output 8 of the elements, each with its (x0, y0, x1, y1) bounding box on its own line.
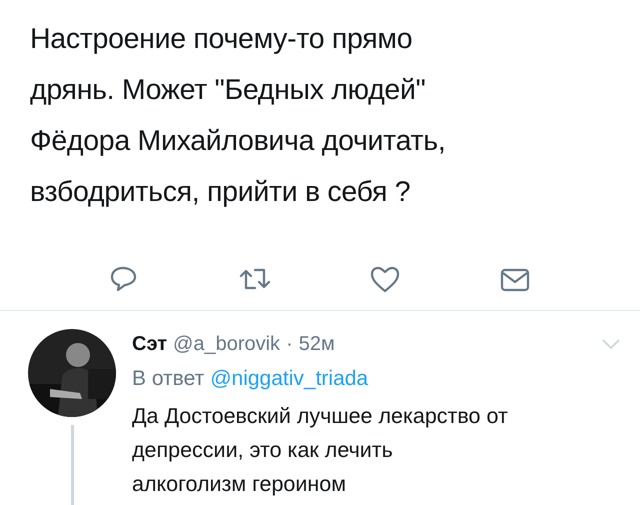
reply-text: Да Достоевский лучшее лекарство от депрессии, это как лечить алкоголизм героином (132, 403, 509, 498)
reply-label: В ответ (132, 367, 204, 391)
user-name: Сэт (132, 332, 168, 356)
tweet-text: Настроение почему-то прямо дрянь. Может "Бедных людей" Фёдора Михайловича дочитать, взбодриться, прийти в себя ? (30, 22, 446, 210)
user-handle: @a_borovik (173, 332, 280, 356)
separator: · (286, 332, 293, 356)
timestamp: 52м (298, 332, 335, 356)
mention-link[interactable]: @niggativ_triada (210, 367, 368, 391)
